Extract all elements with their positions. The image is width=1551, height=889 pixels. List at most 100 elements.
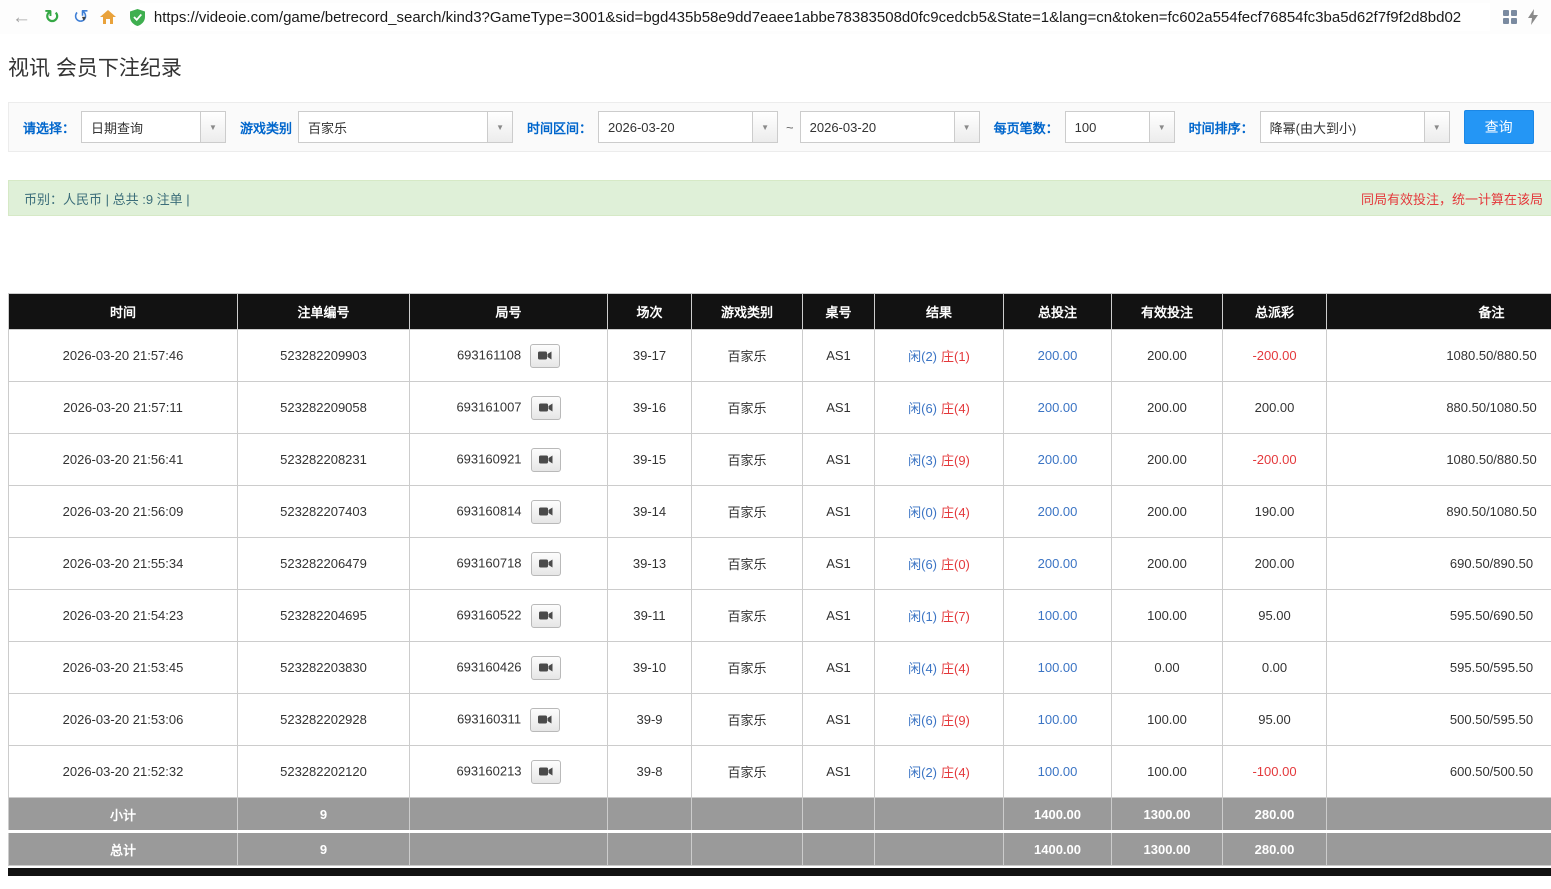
table-row: 2026-03-20 21:57:46 523282209903 6931611… [9,330,1551,382]
browser-toolbar: ← ↻ ↺ ▾ https://videoie.com/game/betreco… [0,0,1551,34]
url-text[interactable]: https://videoie.com/game/betrecord_searc… [154,9,1461,26]
page-size-select[interactable]: 100 ▼ [1065,111,1175,143]
cell-result: 闲(6)庄(9) [875,694,1004,746]
query-mode-select[interactable]: 日期查询 ▼ [81,111,226,143]
video-replay-button[interactable] [530,344,560,368]
cell-remark: 595.50/595.50 [1327,642,1551,694]
cell-total-bet[interactable]: 200.00 [1004,382,1112,434]
result-player: 闲(3) [908,453,937,468]
cell-total-bet[interactable]: 200.00 [1004,538,1112,590]
cell-result: 闲(1)庄(7) [875,590,1004,642]
cell-time: 2026-03-20 21:52:32 [9,746,238,798]
extension-grid-icon[interactable] [1503,10,1517,24]
cell-table-no: AS1 [803,590,875,642]
total-label: 总计 [9,832,238,866]
date-from-select[interactable]: 2026-03-20 ▼ [598,111,778,143]
sort-order-value: 降幂(由大到小) [1261,112,1424,142]
cell-result: 闲(2)庄(4) [875,746,1004,798]
result-player: 闲(2) [908,765,937,780]
cell-table-no: AS1 [803,330,875,382]
column-header: 场次 [608,294,692,330]
cell-bet-no: 523282202120 [238,746,410,798]
video-camera-icon [539,558,553,569]
column-header: 备注 [1327,294,1551,330]
home-icon[interactable] [99,9,117,25]
sort-order-select[interactable]: 降幂(由大到小) ▼ [1260,111,1450,143]
video-replay-button[interactable] [531,760,561,784]
cell-table-no: AS1 [803,538,875,590]
cell-remark: 890.50/1080.50 [1327,486,1551,538]
cell-total-bet[interactable]: 100.00 [1004,746,1112,798]
undo-dropdown-caret-icon[interactable]: ▾ [82,14,86,27]
video-replay-button[interactable] [531,396,561,420]
result-player: 闲(6) [908,557,937,572]
filter-bar: 请选择： 日期查询 ▼ 游戏类别 百家乐 ▼ 时间区间： 2026-03-20 … [8,102,1551,152]
cell-payout: 200.00 [1223,382,1327,434]
cell-payout: 200.00 [1223,538,1327,590]
chevron-down-icon[interactable]: ▼ [200,112,225,142]
cell-round: 693160718 [410,538,608,590]
cell-total-bet[interactable]: 100.00 [1004,694,1112,746]
url-input[interactable]: https://videoie.com/game/betrecord_searc… [130,3,1490,31]
chevron-down-icon[interactable]: ▼ [487,112,512,142]
cell-total-bet[interactable]: 200.00 [1004,434,1112,486]
cell-session: 39-17 [608,330,692,382]
cell-game-type: 百家乐 [692,746,803,798]
game-type-select[interactable]: 百家乐 ▼ [298,111,513,143]
column-header: 局号 [410,294,608,330]
cell-total-bet[interactable]: 100.00 [1004,590,1112,642]
cell-result: 闲(6)庄(4) [875,382,1004,434]
game-type-value: 百家乐 [299,112,487,142]
cell-session: 39-15 [608,434,692,486]
cell-game-type: 百家乐 [692,538,803,590]
safety-shield-icon[interactable] [130,9,145,26]
cell-remark: 600.50/500.50 [1327,746,1551,798]
video-replay-button[interactable] [530,708,560,732]
cell-game-type: 百家乐 [692,330,803,382]
cell-session: 39-13 [608,538,692,590]
table-bottom-bar [8,868,1551,876]
cell-session: 39-10 [608,642,692,694]
result-player: 闲(2) [908,349,937,364]
cell-total-bet[interactable]: 200.00 [1004,486,1112,538]
subtotal-label: 小计 [9,798,238,832]
video-replay-button[interactable] [531,604,561,628]
search-button[interactable]: 查询 [1464,110,1534,144]
table-header-row: 时间注单编号局号场次游戏类别桌号结果总投注有效投注总派彩备注 [9,294,1551,330]
video-replay-button[interactable] [531,656,561,680]
cell-remark: 690.50/890.50 [1327,538,1551,590]
cell-total-bet[interactable]: 200.00 [1004,330,1112,382]
cell-remark: 1080.50/880.50 [1327,330,1551,382]
cell-payout: -100.00 [1223,746,1327,798]
page-size-value: 100 [1066,112,1149,142]
summary-notice-text: 同局有效投注，统一计算在该局 [1361,189,1543,208]
video-camera-icon [539,662,553,673]
column-header: 总派彩 [1223,294,1327,330]
round-number: 693160311 [457,711,521,726]
video-camera-icon [539,402,553,413]
back-arrow-icon[interactable]: ← [12,8,31,27]
total-total-bet: 1400.00 [1004,832,1112,866]
chevron-down-icon[interactable]: ▼ [1149,112,1174,142]
cell-session: 39-11 [608,590,692,642]
cell-total-bet[interactable]: 100.00 [1004,642,1112,694]
round-number: 693161007 [456,399,521,414]
refresh-icon[interactable]: ↻ [44,8,60,27]
cell-round: 693161108 [410,330,608,382]
summary-left-text: 币别：人民币 | 总共 :9 注单 | [24,189,190,208]
cell-round: 693160311 [410,694,608,746]
video-replay-button[interactable] [531,552,561,576]
cell-result: 闲(3) 庄(9) [875,434,1004,486]
video-replay-button[interactable] [531,500,561,524]
chevron-down-icon[interactable]: ▼ [1424,112,1449,142]
cell-result: 闲(4)庄(4) [875,642,1004,694]
date-to-select[interactable]: 2026-03-20 ▼ [800,111,980,143]
chevron-down-icon[interactable]: ▼ [752,112,777,142]
column-header: 桌号 [803,294,875,330]
lightning-icon[interactable] [1527,9,1539,25]
video-replay-button[interactable] [531,448,561,472]
cell-table-no: AS1 [803,694,875,746]
chevron-down-icon[interactable]: ▼ [954,112,979,142]
result-player: 闲(6) [908,713,937,728]
result-banker: 庄(9) [941,453,970,468]
